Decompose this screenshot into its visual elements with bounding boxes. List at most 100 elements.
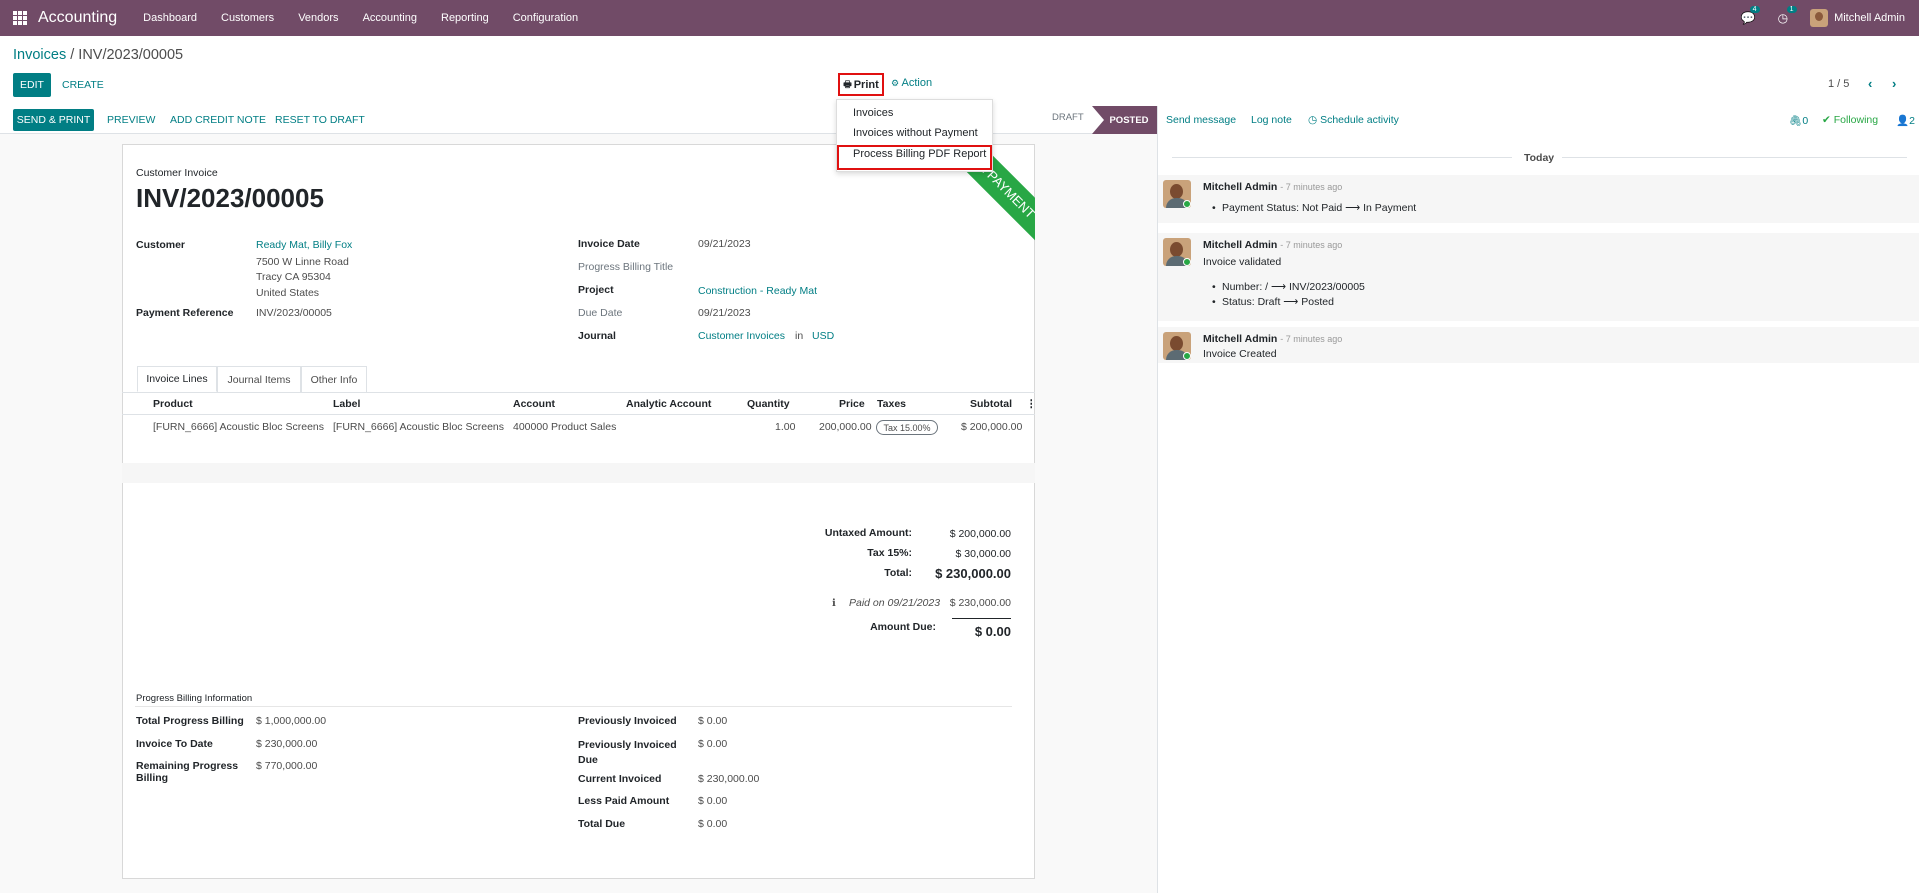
chatter-panel xyxy=(1157,106,1919,893)
breadcrumb-separator: / xyxy=(66,47,79,63)
nav-vendors[interactable]: Vendors xyxy=(298,12,338,24)
send-message-button[interactable]: Send message xyxy=(1166,114,1236,126)
status-draft: DRAFT xyxy=(1052,112,1084,123)
edit-button[interactable]: EDIT xyxy=(13,73,51,97)
remaining-progress-billing-value: $ 770,000.00 xyxy=(256,760,318,772)
invoice-type: Customer Invoice xyxy=(136,167,218,179)
previously-invoiced-label: Previously Invoiced xyxy=(578,715,677,727)
preview-button[interactable]: PREVIEW xyxy=(107,109,155,131)
print-dropdown-menu: Invoices Invoices without Payment Proces… xyxy=(836,99,993,172)
invoice-date-field[interactable]: 09/21/2023 xyxy=(698,238,751,250)
message-body: Invoice Created xyxy=(1203,348,1277,360)
total-progress-billing-value: $ 1,000,000.00 xyxy=(256,715,327,727)
add-credit-note-button[interactable]: ADD CREDIT NOTE xyxy=(170,109,266,131)
line-account[interactable]: 400000 Product Sales xyxy=(513,421,616,433)
nav-configuration[interactable]: Configuration xyxy=(513,12,578,24)
nav-accounting[interactable]: Accounting xyxy=(363,12,417,24)
menu-item-invoices-without-payment[interactable]: Invoices without Payment xyxy=(853,127,978,139)
breadcrumb-current: INV/2023/00005 xyxy=(78,47,184,63)
print-button[interactable]: 🖶 Print xyxy=(838,73,884,96)
pager-value[interactable]: 1 / 5 xyxy=(1828,78,1849,90)
messages-icon[interactable]: 💬 4 xyxy=(1741,6,1760,25)
action-button[interactable]: ⚙ Action xyxy=(891,77,932,89)
tab-invoice-lines[interactable]: Invoice Lines xyxy=(137,366,217,392)
due-date-field[interactable]: 09/21/2023 xyxy=(698,307,751,319)
currency-link[interactable]: USD xyxy=(812,330,834,342)
invoice-date-label: Invoice Date xyxy=(578,238,640,250)
column-header-label[interactable]: Label xyxy=(333,398,360,410)
line-product[interactable]: [FURN_6666] Acoustic Bloc Screens xyxy=(153,421,324,433)
menu-item-process-billing-pdf-report[interactable]: Process Billing PDF Report xyxy=(853,148,986,160)
less-paid-amount-value: $ 0.00 xyxy=(698,795,728,807)
journal-label: Journal xyxy=(578,330,616,342)
log-note-button[interactable]: Log note xyxy=(1251,114,1292,126)
tax-tag[interactable]: Tax 15.00% xyxy=(876,420,938,435)
customer-address-line3: United States xyxy=(256,287,320,299)
column-header-subtotal[interactable]: Subtotal xyxy=(970,398,1012,410)
activities-icon[interactable]: ◷ 1 xyxy=(1778,6,1797,25)
chevron-right-icon[interactable]: › xyxy=(1892,76,1896,91)
tracking-value: Payment Status: Not Paid ⟶ In Payment xyxy=(1212,202,1416,214)
message-author[interactable]: Mitchell Admin - 7 minutes ago xyxy=(1203,239,1342,251)
tab-journal-items[interactable]: Journal Items xyxy=(217,366,301,392)
create-button[interactable]: CREATE xyxy=(62,73,104,97)
tabs-divider xyxy=(122,392,1035,393)
line-subtotal: $ 200,000.00 xyxy=(961,421,1023,433)
untaxed-amount-label: Untaxed Amount: xyxy=(824,527,912,539)
tab-other-info[interactable]: Other Info xyxy=(301,366,367,392)
customer-address-line1: 7500 W Linne Road xyxy=(256,256,349,268)
line-price[interactable]: 200,000.00 xyxy=(819,421,872,433)
attachments-button[interactable]: 🖇0 xyxy=(1789,114,1808,127)
journal-in-text: in xyxy=(795,330,804,342)
online-status-icon xyxy=(1183,352,1191,360)
payment-reference-field[interactable]: INV/2023/00005 xyxy=(256,307,332,319)
menu-item-invoices[interactable]: Invoices xyxy=(853,107,893,119)
schedule-activity-button[interactable]: ◷ Schedule activity xyxy=(1308,114,1399,126)
message-author[interactable]: Mitchell Admin - 7 minutes ago xyxy=(1203,333,1342,345)
message-author[interactable]: Mitchell Admin - 7 minutes ago xyxy=(1203,181,1342,193)
column-header-account[interactable]: Account xyxy=(513,398,555,410)
breadcrumb-invoices-link[interactable]: Invoices xyxy=(13,47,66,63)
progress-billing-title-label: Progress Billing Title xyxy=(578,261,674,273)
message-time: - 7 minutes ago xyxy=(1280,182,1343,192)
amount-due-divider xyxy=(952,618,1011,619)
column-header-taxes[interactable]: Taxes xyxy=(877,398,906,410)
nav-dashboard[interactable]: Dashboard xyxy=(143,12,197,24)
attachments-count: 0 xyxy=(1802,115,1809,127)
messages-badge: 4 xyxy=(1749,6,1760,13)
send-print-button[interactable]: SEND & PRINT xyxy=(13,109,94,131)
project-link[interactable]: Construction - Ready Mat xyxy=(698,285,817,297)
column-header-quantity[interactable]: Quantity xyxy=(747,398,790,410)
nav-reporting[interactable]: Reporting xyxy=(441,12,489,24)
reset-to-draft-button[interactable]: RESET TO DRAFT xyxy=(275,109,365,131)
nav-customers[interactable]: Customers xyxy=(221,12,274,24)
line-quantity[interactable]: 1.00 xyxy=(775,421,795,433)
empty-table-row xyxy=(122,463,1035,483)
user-avatar[interactable] xyxy=(1810,9,1829,27)
line-label[interactable]: [FURN_6666] Acoustic Bloc Screens xyxy=(333,421,504,433)
amount-due-value: $ 0.00 xyxy=(974,624,1011,639)
chevron-left-icon[interactable]: ‹ xyxy=(1868,76,1872,91)
gear-icon: ⚙ xyxy=(891,78,900,88)
apps-menu-icon[interactable] xyxy=(13,11,27,25)
column-header-product[interactable]: Product xyxy=(153,398,193,410)
clock-icon: ◷ xyxy=(1308,114,1318,126)
remaining-progress-billing-label: Remaining Progress Billing xyxy=(136,760,239,784)
current-invoiced-label: Current Invoiced xyxy=(578,773,662,785)
check-icon: ✔ xyxy=(1822,114,1831,126)
info-icon[interactable]: ℹ xyxy=(832,598,836,609)
less-paid-amount-label: Less Paid Amount xyxy=(578,795,670,807)
journal-link[interactable]: Customer Invoices xyxy=(698,330,785,342)
today-divider-left xyxy=(1172,157,1512,158)
column-header-analytic-account[interactable]: Analytic Account xyxy=(626,398,711,410)
user-name[interactable]: Mitchell Admin xyxy=(1834,12,1905,24)
schedule-activity-label: Schedule activity xyxy=(1320,114,1399,126)
column-options-icon[interactable]: ⋮ xyxy=(1026,398,1037,410)
following-label: Following xyxy=(1833,114,1879,126)
followers-button[interactable]: 👤2 xyxy=(1896,114,1915,127)
total-due-value: $ 0.00 xyxy=(698,818,728,830)
column-header-price[interactable]: Price xyxy=(839,398,865,410)
customer-link[interactable]: Ready Mat, Billy Fox xyxy=(256,239,352,251)
following-button[interactable]: ✔ Following xyxy=(1822,114,1878,126)
app-name[interactable]: Accounting xyxy=(38,9,117,27)
